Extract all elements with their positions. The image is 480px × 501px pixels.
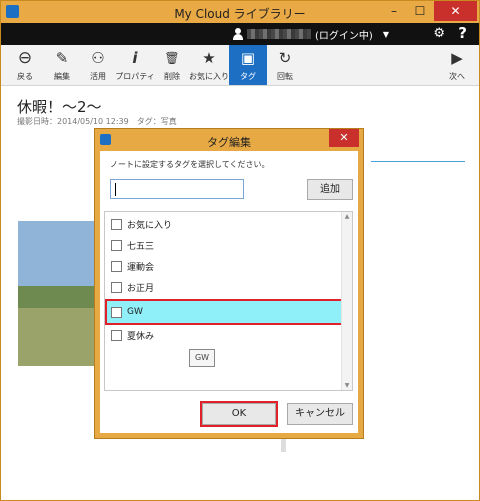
tag-list[interactable]: お気に入り 七五三 運動会 お正月 GW 夏休み GW ▲ ▼ [104, 211, 353, 391]
tag-item[interactable]: お気に入り [111, 214, 343, 234]
tag-item[interactable]: お正月 [111, 277, 343, 297]
login-status: (ログイン中) [315, 30, 373, 42]
drag-tooltip: GW [189, 349, 215, 367]
star-icon: ★ [202, 49, 216, 67]
tag-label: 七五三 [127, 241, 155, 252]
tag-label: お正月 [127, 283, 155, 294]
tag-item[interactable]: 七五三 [111, 235, 343, 255]
title-bar[interactable]: My Cloud ライブラリー – ☐ ✕ [1, 1, 479, 23]
tag-edit-dialog: タグ編集 ✕ ノートに設定するタグを選択してください。 追加 お気に入り 七五三… [95, 129, 363, 438]
tag-label: 夏休み [127, 331, 155, 342]
text-caret [115, 183, 116, 196]
tag-checkbox[interactable] [111, 306, 122, 318]
tag-checkbox[interactable] [111, 218, 122, 230]
tag-item-selected[interactable]: GW [105, 299, 352, 325]
note-title: 休暇！～2～ [17, 98, 102, 116]
tag-input[interactable] [110, 179, 244, 199]
user-icon [233, 28, 243, 40]
dialog-instruction: ノートに設定するタグを選択してください。 [110, 160, 270, 169]
cancel-button[interactable]: キャンセル [287, 403, 353, 425]
trash-icon: 🗑 [164, 51, 180, 65]
tag-checkbox[interactable] [111, 239, 122, 251]
app-window: My Cloud ライブラリー – ☐ ✕ (ログイン中) ▼ ⚙ ? ⊖ 戻る… [0, 0, 480, 501]
share-icon: ⚇ [91, 49, 105, 67]
rotate-label: 回転 [277, 72, 293, 81]
tag-checkbox[interactable] [111, 281, 122, 293]
toolbar: ⊖ 戻る ✎ 編集 ⚇ 活用 i プロパティ 🗑 削除 ★ お気に入り ▣ タグ… [1, 45, 479, 86]
scroll-indicator [281, 438, 286, 452]
divider [371, 161, 465, 162]
tag-list-scrollbar[interactable]: ▲ ▼ [341, 212, 352, 390]
next-button[interactable]: ▶ 次へ [438, 45, 476, 85]
help-icon[interactable]: ? [458, 24, 467, 42]
tag-label: お気に入り [127, 220, 173, 231]
next-label: 次へ [449, 72, 465, 81]
user-name-redacted [247, 29, 311, 39]
account-bar: (ログイン中) ▼ ⚙ ? [1, 23, 479, 45]
close-button[interactable]: ✕ [434, 1, 477, 21]
account-menu[interactable]: (ログイン中) ▼ [233, 26, 389, 42]
note-photo[interactable] [18, 221, 98, 366]
gear-icon[interactable]: ⚙ [433, 26, 445, 41]
tag-label: 運動会 [127, 262, 155, 273]
back-icon: ⊖ [17, 48, 33, 68]
next-icon: ▶ [451, 49, 463, 67]
scroll-down-icon[interactable]: ▼ [342, 382, 352, 389]
tag-icon: ▣ [240, 49, 256, 67]
dialog-close-button[interactable]: ✕ [329, 129, 359, 147]
scroll-up-icon[interactable]: ▲ [342, 213, 352, 220]
tag-item[interactable]: 運動会 [111, 256, 343, 276]
rotate-icon: ↻ [278, 49, 292, 67]
tag-checkbox[interactable] [111, 260, 122, 272]
info-icon: i [132, 49, 138, 67]
rotate-button[interactable]: ↻ 回転 [266, 45, 304, 85]
ok-button[interactable]: OK [200, 401, 278, 427]
dialog-title: タグ編集 [207, 136, 251, 149]
note-meta: 撮影日時：2014/05/10 12:39 タグ：写真 [17, 117, 177, 126]
dialog-body: ノートに設定するタグを選択してください。 追加 お気に入り 七五三 運動会 お正… [100, 151, 358, 433]
dialog-title-bar[interactable]: タグ編集 ✕ [95, 129, 363, 151]
tag-label: GW [127, 307, 143, 317]
add-tag-button[interactable]: 追加 [307, 179, 353, 200]
tag-checkbox[interactable] [111, 329, 122, 341]
tag-item[interactable]: 夏休み [111, 325, 343, 345]
maximize-button[interactable]: ☐ [407, 1, 433, 21]
minimize-button[interactable]: – [381, 1, 407, 21]
pencil-icon: ✎ [55, 49, 69, 67]
chevron-down-icon: ▼ [382, 29, 389, 39]
